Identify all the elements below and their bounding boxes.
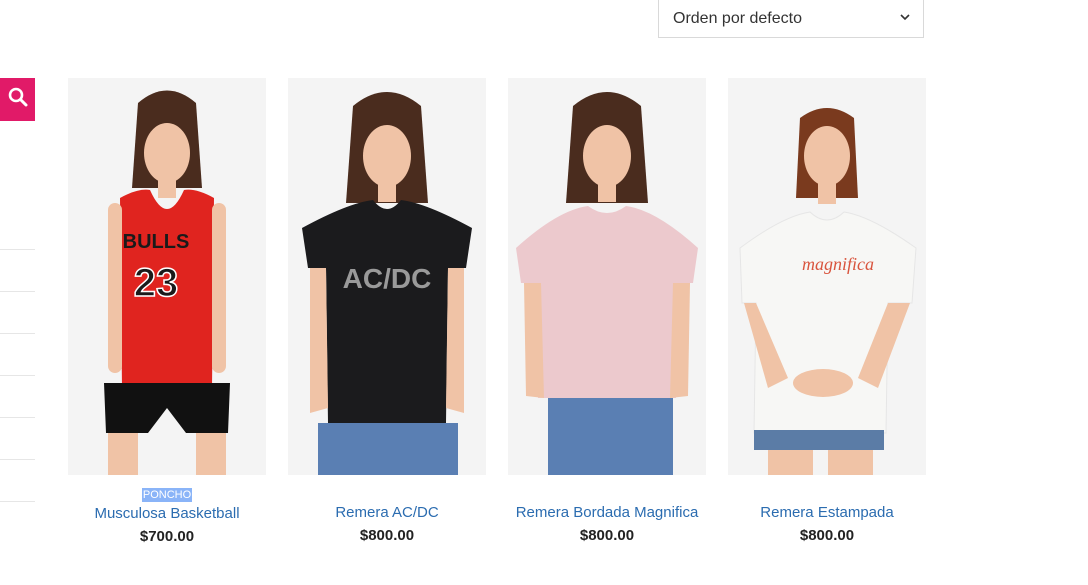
product-title-link[interactable]: Remera Bordada Magnifica	[508, 504, 706, 521]
product-price: $800.00	[799, 527, 855, 544]
svg-text:AC/DC: AC/DC	[343, 263, 432, 294]
product-image[interactable]: magnifica	[728, 78, 926, 475]
product-title-link[interactable]: Musculosa Basketball	[68, 505, 266, 522]
product-price: $800.00	[579, 527, 635, 544]
product-title-link[interactable]: Remera AC/DC	[288, 504, 486, 521]
product-price: $800.00	[359, 527, 415, 544]
chevron-down-icon	[899, 10, 911, 28]
product-image[interactable]: AC/DC	[288, 78, 486, 475]
product-image[interactable]	[508, 78, 706, 475]
sort-order-label: Orden por defecto	[673, 9, 802, 27]
svg-text:magnifica: magnifica	[802, 254, 874, 274]
svg-text:BULLS: BULLS	[123, 231, 190, 253]
product-image[interactable]: BULLS 23	[68, 78, 266, 475]
search-button[interactable]	[0, 78, 35, 121]
sort-order-select[interactable]: Orden por defecto	[658, 0, 924, 38]
product-category-badge: PONCHO	[141, 488, 193, 502]
product-card: magnifica Remera Estampada $800.00	[728, 78, 926, 544]
product-title-link[interactable]: Remera Estampada	[728, 504, 926, 521]
svg-text:23: 23	[134, 261, 179, 305]
product-card: Remera Bordada Magnifica $800.00	[508, 78, 706, 544]
product-card: BULLS 23 PONCHO Musculosa Basketball $70…	[68, 78, 266, 545]
sidebar-dividers	[0, 249, 35, 543]
product-card: AC/DC Remera AC/DC $800.00	[288, 78, 486, 544]
product-price: $700.00	[139, 528, 195, 545]
search-icon	[7, 86, 29, 113]
